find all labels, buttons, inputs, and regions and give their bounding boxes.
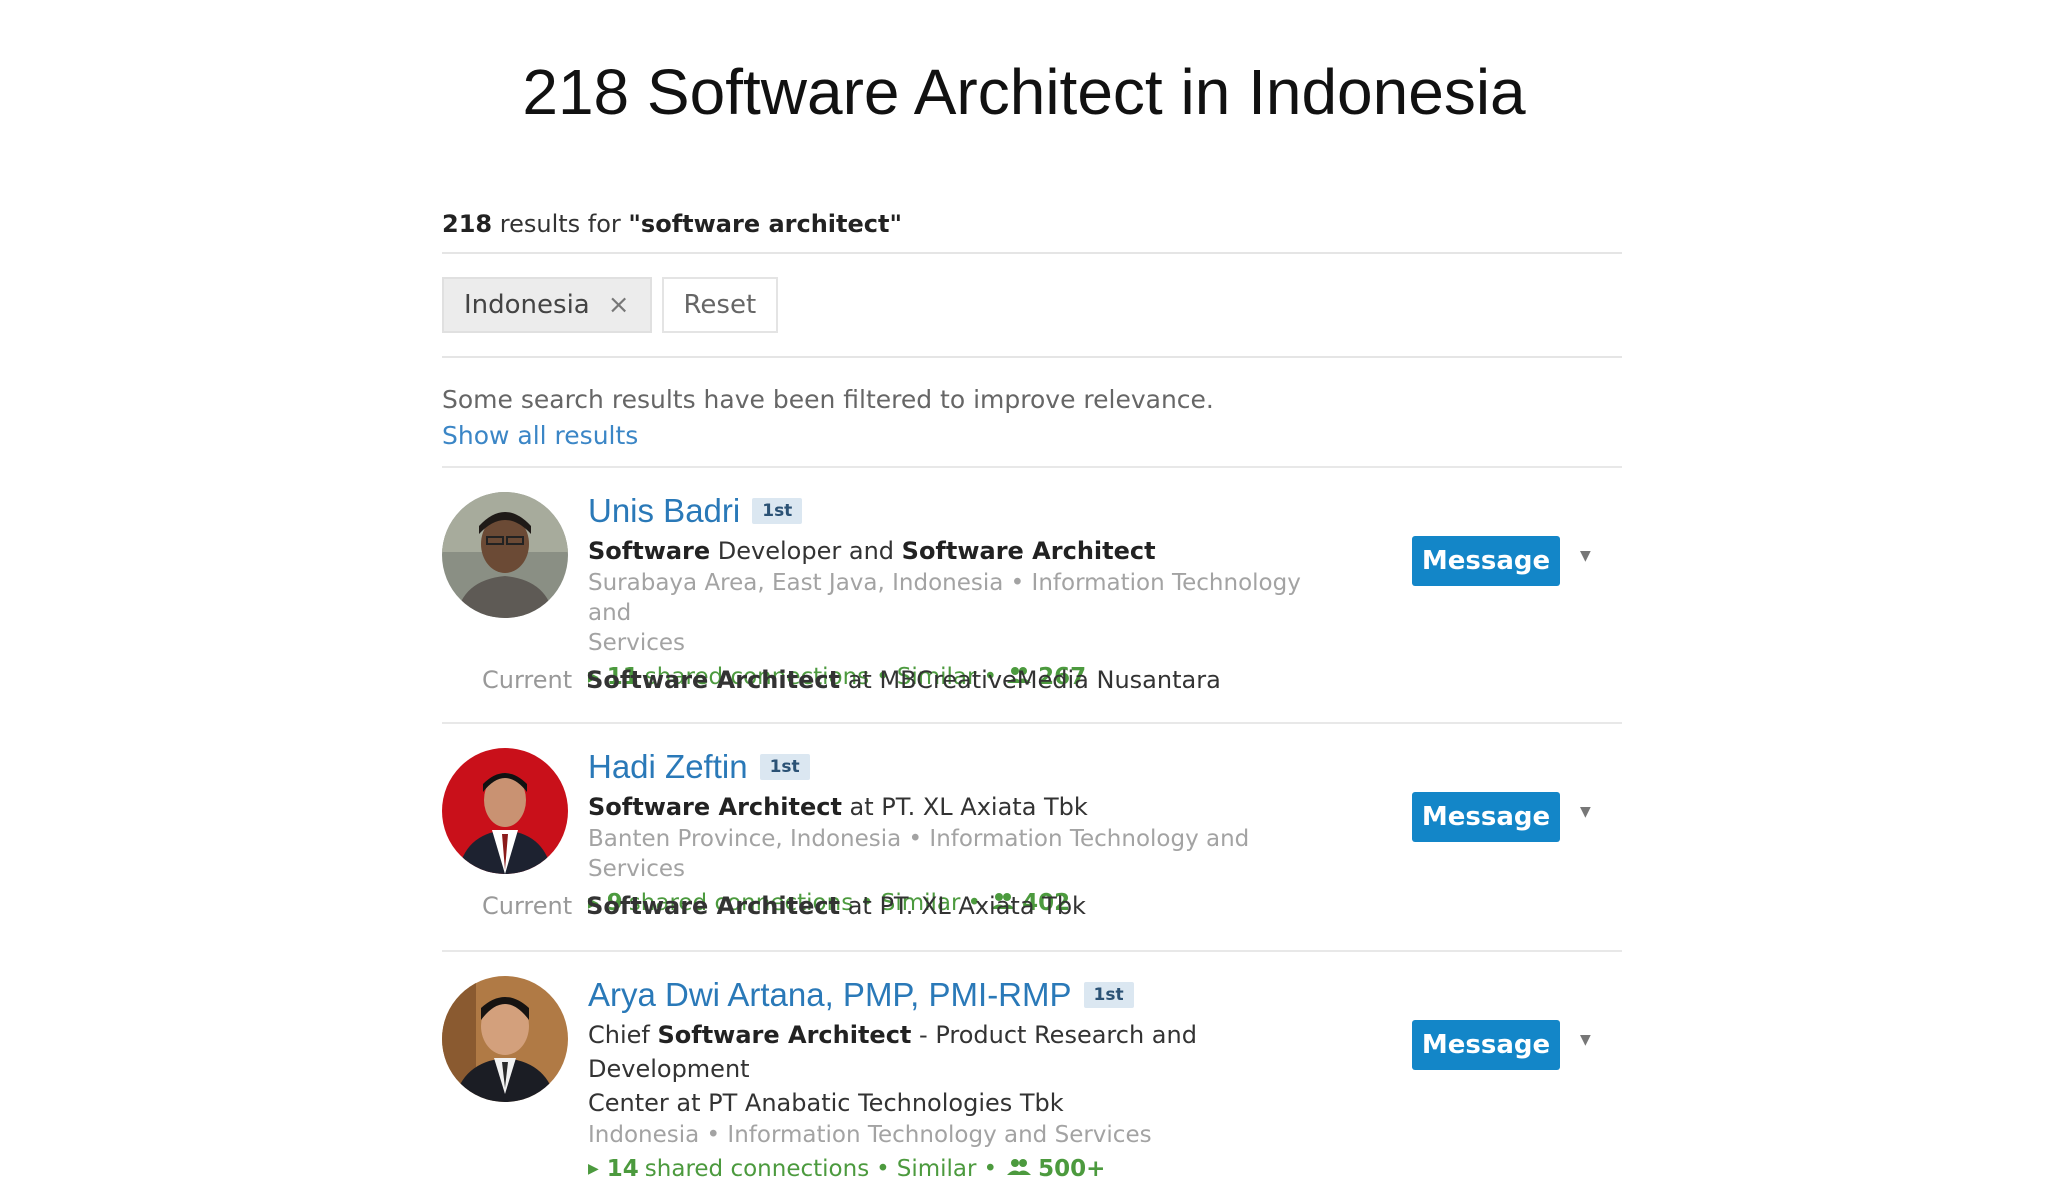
headline-text: Developer and bbox=[710, 537, 902, 565]
profile-name-link[interactable]: Hadi Zeftin bbox=[588, 748, 748, 786]
current-company: at PT. XL Axiata Tbk bbox=[840, 892, 1086, 920]
headline-keyword: Software Architect bbox=[588, 793, 842, 821]
current-label: Current bbox=[482, 666, 573, 694]
current-label: Current bbox=[482, 892, 573, 920]
profile-name-link[interactable]: Unis Badri bbox=[588, 492, 740, 530]
caret-right-icon[interactable]: ▶ bbox=[588, 1150, 599, 1188]
degree-badge: 1st bbox=[1083, 982, 1134, 1008]
slide-title: 218 Software Architect in Indonesia bbox=[522, 56, 1526, 128]
show-all-results-link[interactable]: Show all results bbox=[442, 418, 1622, 454]
search-results-panel: 218 results for "software architect" Ind… bbox=[442, 200, 1622, 1182]
filter-chip-indonesia[interactable]: Indonesia × bbox=[442, 277, 652, 333]
current-position: Current Software Architect at PT. XL Axia… bbox=[482, 892, 1086, 920]
results-count: 218 bbox=[442, 210, 493, 238]
list-item: Unis Badri 1st Software Developer and So… bbox=[442, 466, 1622, 722]
result-info: Unis Badri 1st Software Developer and So… bbox=[588, 488, 1348, 696]
degree-badge: 1st bbox=[752, 498, 803, 524]
results-count-header: 218 results for "software architect" bbox=[442, 200, 1622, 252]
results-for-label: results for bbox=[499, 210, 621, 238]
list-item: Hadi Zeftin 1st Software Architect at PT… bbox=[442, 722, 1622, 950]
profile-location: Surabaya Area, East Java, Indonesia • In… bbox=[588, 568, 1348, 658]
filter-notice-text: Some search results have been filtered t… bbox=[442, 385, 1214, 414]
current-role: Software Architect bbox=[586, 892, 841, 920]
reset-button[interactable]: Reset bbox=[661, 277, 779, 333]
shared-connections-link[interactable]: shared connections bbox=[645, 1150, 869, 1188]
location-text: Surabaya Area, East Java, Indonesia • In… bbox=[588, 570, 1301, 626]
search-query: "software architect" bbox=[628, 210, 902, 238]
location-text: Banten Province, Indonesia • Information… bbox=[588, 826, 1250, 882]
headline-text: at PT. XL Axiata Tbk bbox=[841, 793, 1088, 821]
current-position: Current Software Architect at MBCreativeM… bbox=[482, 666, 1221, 694]
profile-headline: Software Architect at PT. XL Axiata Tbk bbox=[588, 790, 1348, 824]
headline-text: Center at PT Anabatic Technologies Tbk bbox=[588, 1089, 1064, 1117]
message-button[interactable]: Message bbox=[1412, 536, 1560, 586]
connections-row: ▶ 14 shared connections • Similar • 500+ bbox=[588, 1150, 1348, 1188]
headline-keyword: Software Architect bbox=[901, 537, 1156, 565]
filter-chip-label: Indonesia bbox=[464, 290, 590, 320]
chevron-down-icon[interactable]: ▼ bbox=[1580, 1032, 1591, 1048]
profile-headline: Chief Software Architect - Product Resea… bbox=[588, 1018, 1348, 1120]
headline-keyword: Software bbox=[588, 537, 711, 565]
chevron-down-icon[interactable]: ▼ bbox=[1580, 548, 1591, 564]
separator-dot: • bbox=[876, 1156, 890, 1182]
avatar[interactable] bbox=[442, 976, 568, 1102]
profile-location: Indonesia • Information Technology and S… bbox=[588, 1120, 1348, 1150]
similar-link[interactable]: Similar bbox=[897, 1150, 977, 1188]
people-icon bbox=[1006, 1150, 1032, 1188]
separator-dot: • bbox=[983, 1156, 998, 1182]
shared-count: 14 bbox=[606, 1156, 639, 1182]
close-icon[interactable]: × bbox=[608, 290, 630, 320]
profile-name-link[interactable]: Arya Dwi Artana, PMP, PMI-RMP bbox=[588, 976, 1072, 1014]
message-button[interactable]: Message bbox=[1412, 792, 1560, 842]
current-company: at MBCreativeMedia Nusantara bbox=[840, 666, 1221, 694]
filter-bar: Indonesia × Reset bbox=[442, 254, 1622, 356]
profile-headline: Software Developer and Software Architec… bbox=[588, 534, 1348, 568]
connection-count: 500+ bbox=[1038, 1156, 1106, 1182]
current-role: Software Architect bbox=[586, 666, 841, 694]
filter-notice: Some search results have been filtered t… bbox=[442, 358, 1622, 450]
avatar[interactable] bbox=[442, 748, 568, 874]
profile-location: Banten Province, Indonesia • Information… bbox=[588, 824, 1348, 884]
list-item: Arya Dwi Artana, PMP, PMI-RMP 1st Chief … bbox=[442, 950, 1622, 1182]
headline-text: Chief bbox=[588, 1021, 658, 1049]
location-text: Services bbox=[588, 630, 685, 656]
results-list: Unis Badri 1st Software Developer and So… bbox=[442, 466, 1622, 1182]
chevron-down-icon[interactable]: ▼ bbox=[1580, 804, 1591, 820]
location-text: Indonesia • Information Technology and S… bbox=[588, 1122, 1152, 1148]
message-button[interactable]: Message bbox=[1412, 1020, 1560, 1070]
headline-keyword: Software Architect bbox=[657, 1021, 912, 1049]
result-info: Arya Dwi Artana, PMP, PMI-RMP 1st Chief … bbox=[588, 972, 1348, 1188]
avatar[interactable] bbox=[442, 492, 568, 618]
degree-badge: 1st bbox=[759, 754, 810, 780]
